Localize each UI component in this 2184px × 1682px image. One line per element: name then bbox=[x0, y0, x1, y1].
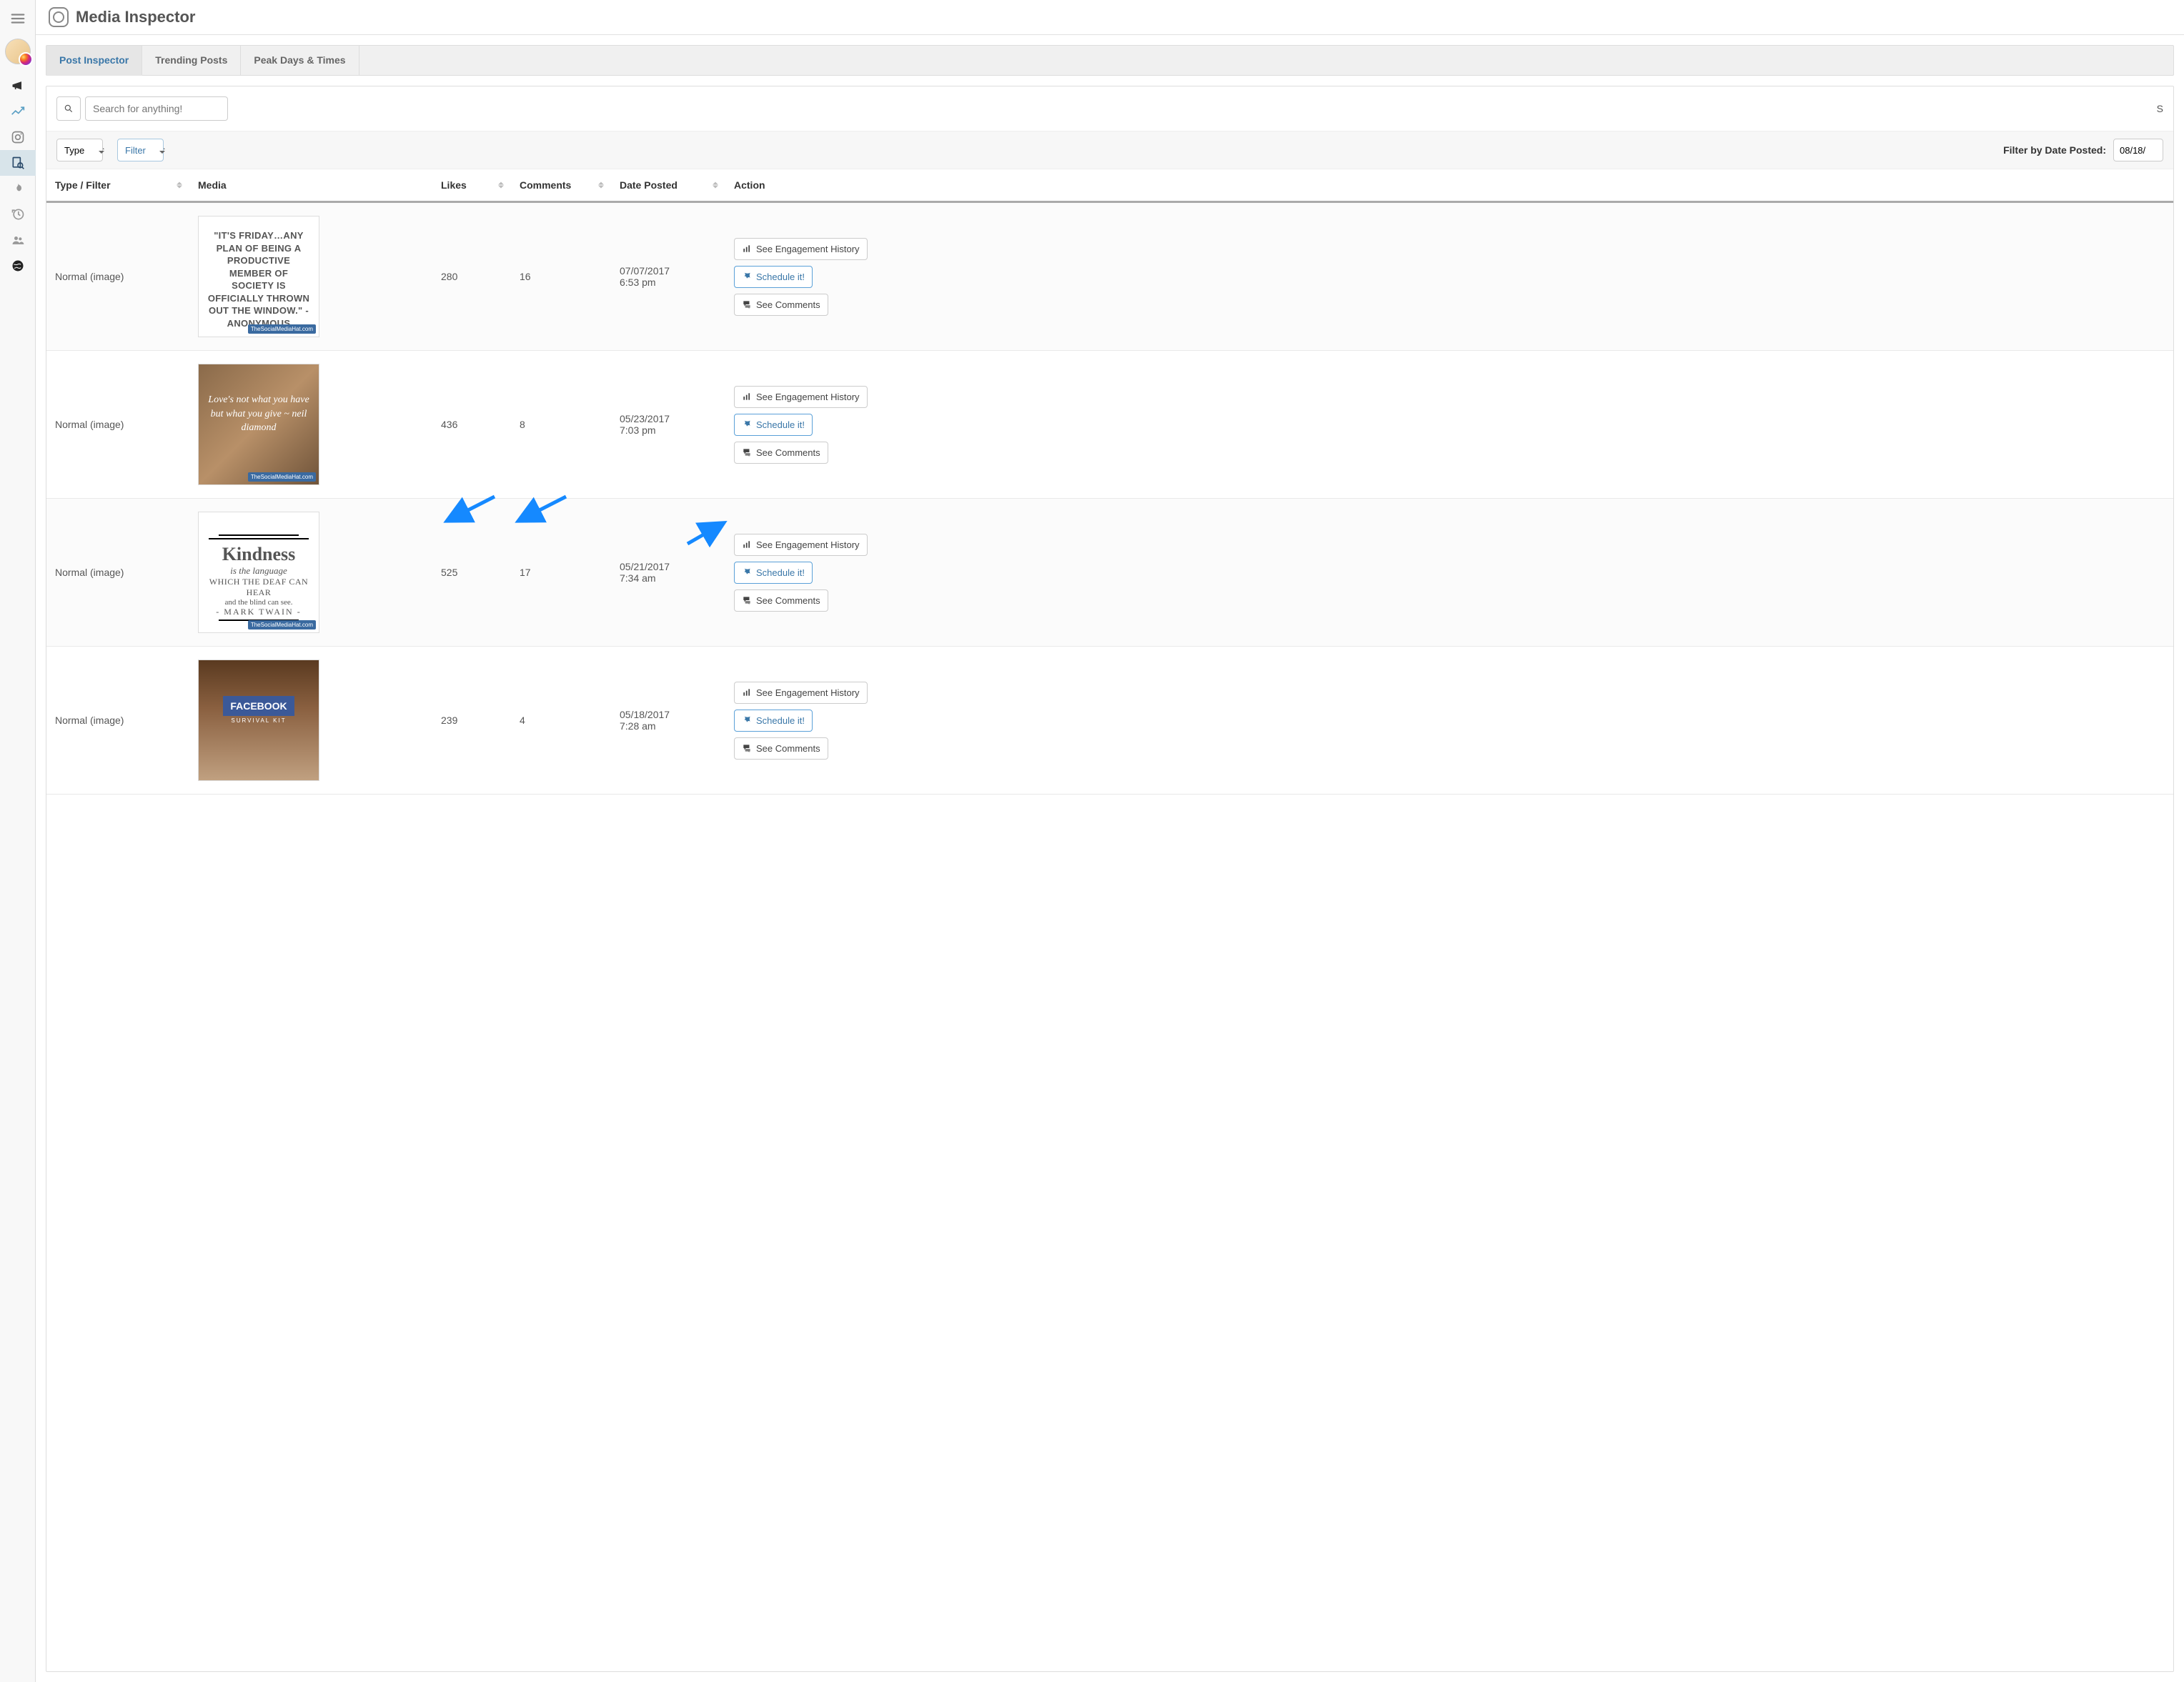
date-filter-label: Filter by Date Posted: bbox=[2003, 144, 2106, 156]
chart-icon bbox=[742, 687, 752, 697]
cell-type: Normal (image) bbox=[46, 351, 189, 499]
history-icon[interactable] bbox=[0, 201, 36, 227]
toolbar-right-truncated: S bbox=[2157, 103, 2163, 114]
schedule-icon bbox=[742, 567, 752, 577]
search-button[interactable] bbox=[56, 96, 81, 121]
comments-icon bbox=[742, 595, 752, 605]
cell-date: 05/23/20177:03 pm bbox=[611, 351, 725, 499]
search-input[interactable] bbox=[85, 96, 228, 121]
inspect-icon[interactable] bbox=[0, 150, 36, 176]
tab-post-inspector[interactable]: Post Inspector bbox=[46, 46, 142, 76]
col-header-media: Media bbox=[189, 169, 432, 202]
cell-action: See Engagement History Schedule it! See Co… bbox=[725, 351, 2173, 499]
tab-bar: Post Inspector Trending Posts Peak Days … bbox=[46, 45, 2174, 76]
trend-icon[interactable] bbox=[0, 99, 36, 124]
schedule-icon bbox=[742, 419, 752, 429]
left-rail bbox=[0, 0, 36, 1682]
main-content: Media Inspector Post Inspector Trending … bbox=[36, 0, 2184, 1682]
flame-icon[interactable] bbox=[0, 176, 36, 201]
cell-comments: 16 bbox=[511, 202, 611, 351]
cell-comments: 17 bbox=[511, 499, 611, 647]
cell-date: 05/21/20177:34 am bbox=[611, 499, 725, 647]
chart-icon bbox=[742, 392, 752, 402]
comments-icon bbox=[742, 447, 752, 457]
chart-icon bbox=[742, 539, 752, 549]
instagram-outline-icon bbox=[49, 7, 69, 27]
table-row: Normal (image)FACEBOOKSURVIVAL KIT 239405… bbox=[46, 647, 2173, 795]
cell-media: Love's not what you have but what you gi… bbox=[189, 351, 432, 499]
media-thumbnail[interactable]: "IT'S FRIDAY…ANY PLAN OF BEING A PRODUCT… bbox=[198, 216, 319, 337]
instagram-icon[interactable] bbox=[0, 124, 36, 150]
schedule-icon bbox=[742, 715, 752, 725]
filter-row: Type Filter Filter by Date Posted: bbox=[46, 131, 2173, 169]
col-header-date[interactable]: Date Posted bbox=[611, 169, 725, 202]
schedule-button[interactable]: Schedule it! bbox=[734, 266, 813, 288]
schedule-icon bbox=[742, 272, 752, 282]
see-comments-button[interactable]: See Comments bbox=[734, 589, 828, 612]
type-select[interactable]: Type bbox=[56, 139, 103, 161]
date-filter-input[interactable] bbox=[2113, 139, 2163, 161]
schedule-button[interactable]: Schedule it! bbox=[734, 562, 813, 584]
comments-icon bbox=[742, 299, 752, 309]
table-row: Normal (image)"IT'S FRIDAY…ANY PLAN OF B… bbox=[46, 202, 2173, 351]
schedule-button[interactable]: Schedule it! bbox=[734, 710, 813, 732]
content-panel: S Type Filter Filter by Date Posted: bbox=[46, 86, 2174, 1672]
users-icon[interactable] bbox=[0, 227, 36, 253]
comments-icon bbox=[742, 743, 752, 753]
see-comments-button[interactable]: See Comments bbox=[734, 737, 828, 760]
see-comments-button[interactable]: See Comments bbox=[734, 442, 828, 464]
see-engagement-button[interactable]: See Engagement History bbox=[734, 386, 868, 408]
megaphone-icon[interactable] bbox=[0, 73, 36, 99]
col-header-action: Action bbox=[725, 169, 2173, 202]
globe-icon[interactable] bbox=[0, 253, 36, 279]
chart-icon bbox=[742, 244, 752, 254]
col-header-likes[interactable]: Likes bbox=[432, 169, 511, 202]
cell-comments: 4 bbox=[511, 647, 611, 795]
cell-media: "IT'S FRIDAY…ANY PLAN OF BEING A PRODUCT… bbox=[189, 202, 432, 351]
filter-select[interactable]: Filter bbox=[117, 139, 164, 161]
media-thumbnail[interactable]: Kindnessis the languageWHICH THE DEAF CA… bbox=[198, 512, 319, 633]
cell-comments: 8 bbox=[511, 351, 611, 499]
col-header-comments[interactable]: Comments bbox=[511, 169, 611, 202]
page-title: Media Inspector bbox=[76, 8, 195, 26]
col-header-type[interactable]: Type / Filter bbox=[46, 169, 189, 202]
page-header: Media Inspector bbox=[36, 0, 2184, 35]
cell-action: See Engagement History Schedule it! See Co… bbox=[725, 647, 2173, 795]
cell-likes: 525 bbox=[432, 499, 511, 647]
cell-media: Kindnessis the languageWHICH THE DEAF CA… bbox=[189, 499, 432, 647]
tab-trending-posts[interactable]: Trending Posts bbox=[142, 46, 241, 75]
cell-action: See Engagement History Schedule it! See Co… bbox=[725, 499, 2173, 647]
posts-table: Type / Filter Media Likes Comments Date … bbox=[46, 169, 2173, 795]
cell-likes: 436 bbox=[432, 351, 511, 499]
cell-media: FACEBOOKSURVIVAL KIT bbox=[189, 647, 432, 795]
hamburger-icon[interactable] bbox=[5, 6, 31, 31]
see-engagement-button[interactable]: See Engagement History bbox=[734, 238, 868, 260]
cell-type: Normal (image) bbox=[46, 647, 189, 795]
search-icon bbox=[64, 104, 74, 114]
see-comments-button[interactable]: See Comments bbox=[734, 294, 828, 316]
cell-date: 05/18/20177:28 am bbox=[611, 647, 725, 795]
cell-action: See Engagement History Schedule it! See Co… bbox=[725, 202, 2173, 351]
media-thumbnail[interactable]: Love's not what you have but what you gi… bbox=[198, 364, 319, 485]
avatar[interactable] bbox=[5, 39, 31, 64]
schedule-button[interactable]: Schedule it! bbox=[734, 414, 813, 436]
toolbar: S bbox=[46, 86, 2173, 131]
see-engagement-button[interactable]: See Engagement History bbox=[734, 534, 868, 556]
cell-date: 07/07/20176:53 pm bbox=[611, 202, 725, 351]
see-engagement-button[interactable]: See Engagement History bbox=[734, 682, 868, 704]
table-row: Normal (image)Kindnessis the languageWHI… bbox=[46, 499, 2173, 647]
cell-likes: 239 bbox=[432, 647, 511, 795]
cell-type: Normal (image) bbox=[46, 499, 189, 647]
media-thumbnail[interactable]: FACEBOOKSURVIVAL KIT bbox=[198, 660, 319, 781]
cell-type: Normal (image) bbox=[46, 202, 189, 351]
table-row: Normal (image)Love's not what you have b… bbox=[46, 351, 2173, 499]
tab-peak-days[interactable]: Peak Days & Times bbox=[241, 46, 359, 75]
cell-likes: 280 bbox=[432, 202, 511, 351]
